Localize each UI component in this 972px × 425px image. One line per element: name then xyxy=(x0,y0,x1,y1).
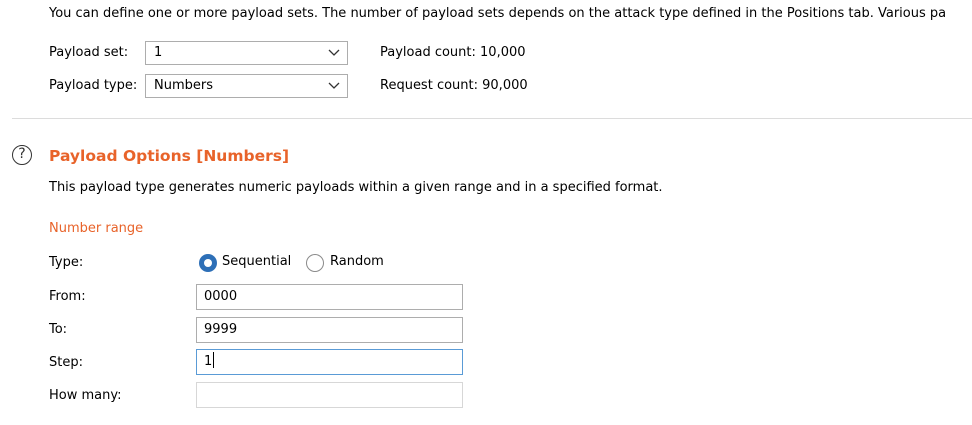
payload-type-label: Payload type: xyxy=(49,78,138,93)
payload-set-select[interactable]: 1 xyxy=(145,41,348,65)
chevron-down-icon xyxy=(328,82,340,89)
payload-count: Payload count: 10,000 xyxy=(380,45,526,60)
radio-sequential[interactable] xyxy=(199,254,217,272)
payload-set-value: 1 xyxy=(154,45,163,60)
chevron-down-icon xyxy=(328,49,340,56)
radio-sequential-label[interactable]: Sequential xyxy=(222,254,291,269)
step-value: 1 xyxy=(204,354,213,369)
request-count-label: Request count: xyxy=(380,78,478,93)
type-label: Type: xyxy=(49,255,84,270)
from-label: From: xyxy=(49,289,86,304)
text-cursor xyxy=(213,352,215,368)
payload-count-label: Payload count: xyxy=(380,45,476,60)
number-range-heading: Number range xyxy=(49,221,144,236)
request-count: Request count: 90,000 xyxy=(380,78,528,93)
from-field[interactable]: 0000 xyxy=(196,284,463,310)
step-field[interactable]: 1 xyxy=(196,349,463,375)
payload-set-label: Payload set: xyxy=(49,45,129,60)
how-many-field[interactable] xyxy=(196,382,463,408)
to-field[interactable]: 9999 xyxy=(196,317,463,343)
question-circle-icon[interactable]: ? xyxy=(12,145,32,165)
payload-count-value: 10,000 xyxy=(480,45,526,60)
request-count-value: 90,000 xyxy=(482,78,528,93)
from-value: 0000 xyxy=(204,289,238,304)
radio-random[interactable] xyxy=(306,254,324,272)
payload-type-value: Numbers xyxy=(154,78,213,93)
payload-type-select[interactable]: Numbers xyxy=(145,74,348,98)
section-title: Payload Options [Numbers] xyxy=(49,147,290,165)
step-label: Step: xyxy=(49,355,83,370)
to-value: 9999 xyxy=(204,322,238,337)
how-many-label: How many: xyxy=(49,388,122,403)
radio-random-label[interactable]: Random xyxy=(330,254,384,269)
section-description: This payload type generates numeric payl… xyxy=(49,180,663,195)
to-label: To: xyxy=(49,322,68,337)
section-divider xyxy=(12,118,972,119)
intro-text: You can define one or more payload sets.… xyxy=(49,6,947,21)
